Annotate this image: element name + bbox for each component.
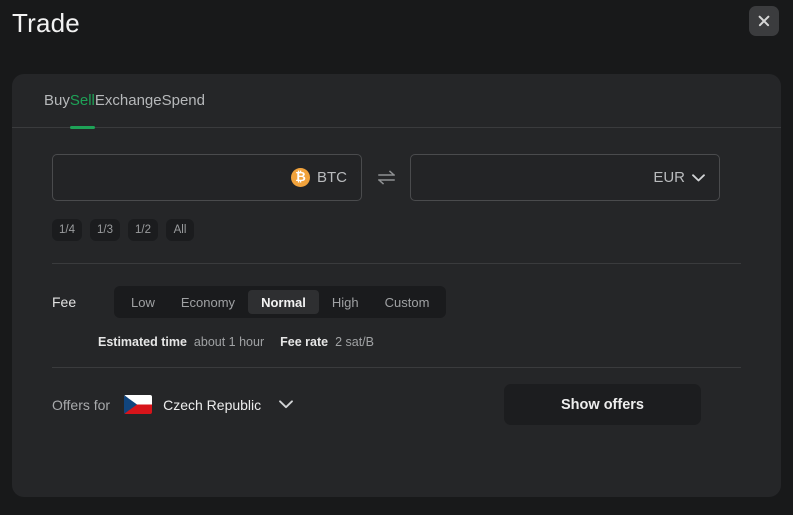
fee-meta: Estimated time about 1 hour Fee rate 2 s… bbox=[52, 335, 741, 349]
fee-label: Fee bbox=[52, 294, 77, 310]
bitcoin-glyph: ₿ bbox=[295, 170, 306, 185]
close-button[interactable] bbox=[749, 6, 779, 36]
page-title: Trade bbox=[12, 8, 80, 38]
chevron-down-icon[interactable] bbox=[692, 171, 705, 184]
estimated-time-label: Estimated time bbox=[98, 335, 187, 349]
fraction-all[interactable]: All bbox=[166, 219, 194, 241]
chevron-down-icon-country[interactable] bbox=[278, 397, 293, 412]
swap-horizontal-icon[interactable] bbox=[369, 161, 403, 195]
dialog-header: Trade bbox=[0, 0, 793, 74]
bitcoin-icon: ₿ bbox=[291, 168, 310, 187]
to-amount-field[interactable]: EUR bbox=[410, 154, 720, 201]
fee-rate-value: 2 sat/B bbox=[335, 335, 374, 349]
trade-card: Buy Sell Exchange Spend ₿ BTC EUR 1/4 1/… bbox=[12, 74, 781, 497]
fee-segmented-control: Low Economy Normal High Custom bbox=[114, 286, 447, 318]
from-amount-field[interactable]: ₿ BTC bbox=[52, 154, 362, 201]
fee-option-economy[interactable]: Economy bbox=[168, 290, 248, 314]
to-currency-label: EUR bbox=[653, 169, 685, 186]
tab-exchange[interactable]: Exchange bbox=[95, 74, 162, 128]
fee-option-high[interactable]: High bbox=[319, 290, 372, 314]
country-name: Czech Republic bbox=[163, 396, 262, 413]
from-currency-label: BTC bbox=[317, 169, 347, 186]
offers-for-label: Offers for bbox=[52, 396, 111, 413]
fee-row: Fee Low Economy Normal High Custom bbox=[52, 286, 741, 318]
czech-republic-flag bbox=[124, 395, 153, 414]
estimated-time-value: about 1 hour bbox=[193, 335, 265, 349]
fraction-half[interactable]: 1/2 bbox=[128, 219, 158, 241]
fraction-buttons: 1/4 1/3 1/2 All bbox=[52, 219, 741, 241]
fraction-third[interactable]: 1/3 bbox=[90, 219, 120, 241]
country-selector[interactable]: Offers for Czech Republic bbox=[52, 395, 293, 414]
divider-top bbox=[52, 263, 741, 264]
show-offers-button[interactable]: Show offers bbox=[504, 384, 701, 425]
amount-row: ₿ BTC EUR bbox=[52, 154, 741, 201]
tab-buy[interactable]: Buy bbox=[44, 74, 70, 128]
from-amount-input[interactable] bbox=[53, 155, 361, 200]
tab-sell[interactable]: Sell bbox=[69, 74, 95, 129]
tab-bar: Buy Sell Exchange Spend bbox=[12, 74, 781, 129]
fee-rate-label: Fee rate bbox=[280, 335, 329, 349]
close-icon bbox=[757, 14, 771, 28]
card-body: ₿ BTC EUR 1/4 1/3 1/2 All Fee Low Econom… bbox=[12, 154, 781, 425]
tab-spend[interactable]: Spend bbox=[162, 74, 205, 128]
divider-bottom bbox=[52, 367, 741, 368]
fee-option-low[interactable]: Low bbox=[118, 290, 168, 314]
fraction-quarter[interactable]: 1/4 bbox=[52, 219, 82, 241]
fee-option-custom[interactable]: Custom bbox=[372, 290, 443, 314]
fee-option-normal[interactable]: Normal bbox=[248, 290, 319, 314]
offers-row: Offers for Czech Republic Show offers bbox=[52, 384, 741, 425]
